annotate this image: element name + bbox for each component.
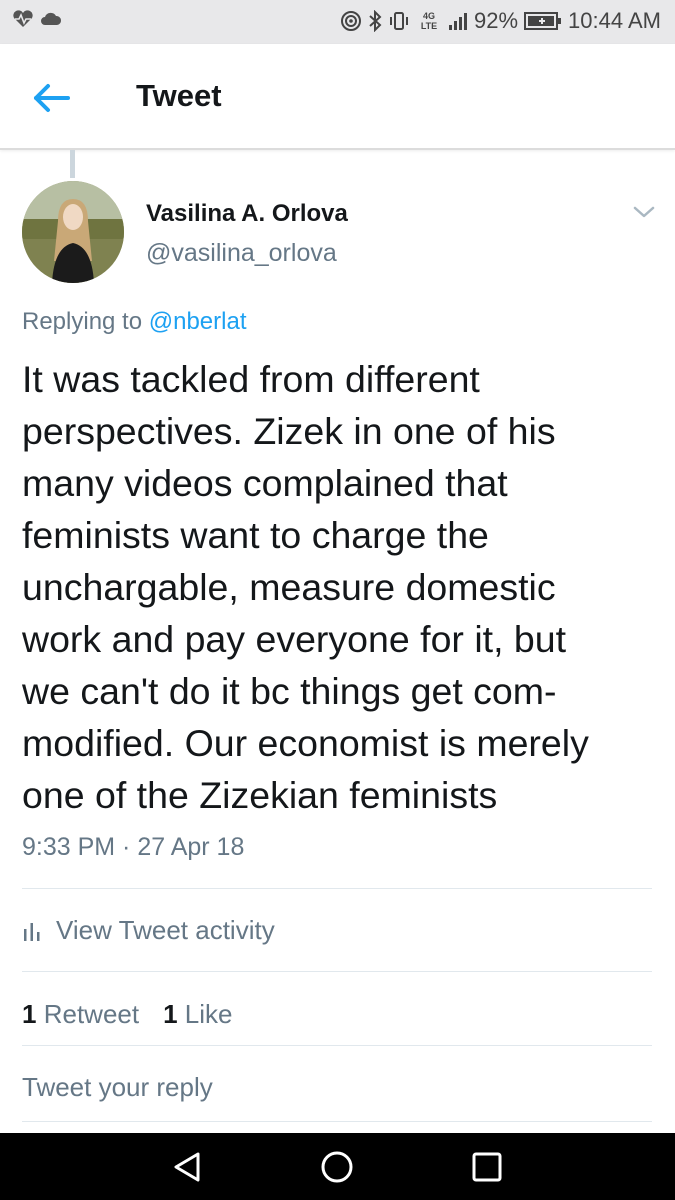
cloud-icon (40, 12, 62, 26)
tweet-text-line: unchargable, measure domestic (22, 566, 556, 608)
retweet-label: Retweet (43, 999, 140, 1029)
tweet-text-line: It was tackled from different (22, 358, 480, 400)
like-count: 1 (163, 999, 178, 1029)
author-handle[interactable]: @vasilina_orlova (146, 239, 337, 268)
avatar[interactable] (22, 181, 124, 283)
tweet-text-line: we can't do it bc things get com- (22, 670, 557, 712)
network-type-label: 4G LTE (420, 11, 438, 31)
bluetooth-icon (368, 10, 382, 32)
author-name[interactable]: Vasilina A. Orlova (146, 200, 348, 228)
tweet-text-line: modified. Our economist is merely (22, 722, 589, 764)
replying-to: Replying to @nberlat (22, 308, 247, 336)
tweet-stats: 1 Retweet 1 Like (22, 999, 233, 1030)
activity-bars-icon (24, 922, 40, 941)
nav-home-button[interactable] (319, 1149, 355, 1185)
page-title: Tweet (136, 78, 222, 113)
chevron-down-icon (633, 206, 655, 218)
retweet-count-link[interactable]: 1 Retweet (22, 999, 139, 1030)
health-heart-icon (12, 10, 34, 28)
square-recents-icon (472, 1152, 502, 1182)
tweet-text-line: one of the Zizekian feminists (22, 774, 498, 816)
nav-recents-button[interactable] (469, 1149, 505, 1185)
replying-to-label: Replying to (22, 308, 143, 335)
view-tweet-activity-label: View Tweet activity (56, 915, 275, 945)
divider (22, 1121, 652, 1122)
like-count-link[interactable]: 1 Like (163, 999, 232, 1030)
clock: 10:44 AM (568, 8, 661, 33)
replying-to-mention[interactable]: @nberlat (149, 308, 247, 335)
divider (22, 971, 652, 972)
hotspot-icon (340, 10, 362, 32)
tweet-text-line: perspectives. Zizek in one of his (22, 410, 556, 452)
divider (22, 888, 652, 889)
tweet-text-line: many videos complained that (22, 462, 508, 504)
circle-home-icon (321, 1151, 353, 1183)
app-bar: Tweet (0, 44, 675, 150)
tweet-text: It was tackled from different perspectiv… (22, 353, 662, 821)
system-nav-bar (0, 1133, 675, 1200)
nav-back-button[interactable] (170, 1149, 206, 1185)
tweet-timestamp: 9:33 PM · 27 Apr 18 (22, 833, 245, 861)
signal-icon (448, 11, 468, 31)
battery-percent: 92% (474, 8, 519, 33)
divider (22, 1045, 652, 1046)
status-left (12, 10, 62, 28)
status-right: 4G LTE 92% 10:44 AM (340, 8, 661, 34)
tweet-text-line: work and pay everyone for it, but (22, 618, 567, 660)
vibrate-icon (388, 10, 410, 32)
back-arrow-icon (34, 84, 70, 112)
tweet-text-line: feminists want to charge the (22, 514, 489, 556)
tweet-menu-button[interactable] (628, 200, 660, 224)
thread-connector-line (70, 150, 75, 178)
view-tweet-activity-button[interactable]: View Tweet activity (22, 915, 275, 946)
triangle-back-icon (174, 1152, 200, 1182)
status-bar: 4G LTE 92% 10:44 AM (0, 0, 675, 44)
back-button[interactable] (30, 78, 74, 118)
retweet-count: 1 (22, 999, 37, 1029)
battery-icon (524, 11, 562, 31)
like-label: Like (184, 999, 233, 1029)
reply-input[interactable]: Tweet your reply (22, 1072, 652, 1103)
